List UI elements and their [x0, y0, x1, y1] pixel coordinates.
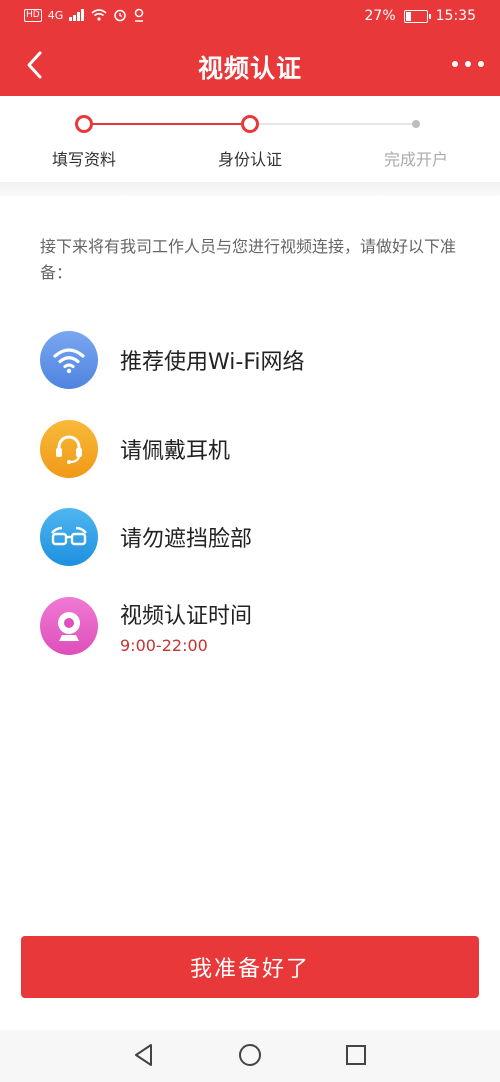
- more-dot: [452, 61, 458, 67]
- prep-item-face: 请勿遮挡脸部: [40, 508, 252, 566]
- prep-item-wifi: 推荐使用Wi-Fi网络: [40, 331, 305, 389]
- prep-item-label: 推荐使用Wi-Fi网络: [120, 350, 305, 375]
- wifi-icon: [53, 348, 85, 374]
- intro-text: 接下来将有我司工作人员与您进行视频连接，请做好以下准备：: [40, 237, 457, 282]
- battery-icon: [403, 9, 431, 23]
- service-hours: 9:00-22:00: [120, 635, 208, 655]
- step-line-done: [84, 123, 250, 125]
- header: 视频认证: [0, 34, 500, 96]
- clock: 15:35: [435, 8, 476, 24]
- nav-home-button[interactable]: [237, 1042, 263, 1068]
- glasses-badge: [40, 508, 98, 566]
- location-icon: [134, 8, 144, 22]
- system-nav-bar: [0, 1030, 500, 1082]
- prep-item-time: 视频认证时间 9:00-22:00: [40, 597, 252, 655]
- signal-icon: [69, 9, 85, 21]
- more-button[interactable]: [452, 54, 484, 74]
- prep-item-time-text: 视频认证时间 9:00-22:00: [120, 598, 252, 655]
- step-dot-2: [241, 115, 259, 133]
- section-divider: [0, 182, 500, 196]
- home-nav-icon: [239, 1044, 261, 1066]
- glasses-icon: [51, 526, 87, 546]
- headset-icon: [56, 435, 82, 464]
- step-label-1: 填写资料: [51, 150, 116, 169]
- hd-icon: HD: [24, 8, 42, 22]
- back-nav-icon: [135, 1044, 152, 1066]
- step-label-3: 完成开户: [383, 150, 448, 169]
- step-dot-3: [412, 120, 420, 128]
- camera-icon: [58, 612, 80, 641]
- wifi-badge: [40, 331, 98, 389]
- more-dot: [478, 61, 484, 67]
- network-type: 4G: [47, 8, 64, 22]
- top-bar: HD 4G 27% 15:35 视频认证: [0, 0, 500, 96]
- step-progress: 填写资料 身份认证 完成开户: [0, 96, 500, 182]
- alarm-icon: [114, 9, 126, 22]
- ready-button[interactable]: 我准备好了: [21, 936, 479, 998]
- step-line-pending: [250, 123, 416, 125]
- nav-recents-button[interactable]: [343, 1042, 369, 1068]
- battery-percent: 27%: [364, 8, 396, 24]
- nav-back-button[interactable]: [131, 1042, 157, 1068]
- status-bar: HD 4G 27% 15:35: [0, 0, 500, 34]
- prep-item-label: 请勿遮挡脸部: [120, 527, 253, 552]
- battery-level: [405, 11, 411, 21]
- step-label-2: 身份认证: [217, 150, 282, 169]
- prep-item-label: 视频认证时间: [120, 603, 253, 629]
- prep-item-label: 请佩戴耳机: [120, 439, 231, 464]
- more-dot: [465, 61, 471, 67]
- step-dot-1: [75, 115, 93, 133]
- headset-badge: [40, 420, 98, 478]
- page-title: 视频认证: [197, 54, 302, 83]
- recents-nav-icon: [346, 1045, 366, 1065]
- prep-item-headset: 请佩戴耳机: [40, 420, 230, 478]
- camera-badge: [40, 597, 98, 655]
- wifi-status-icon: [91, 9, 107, 21]
